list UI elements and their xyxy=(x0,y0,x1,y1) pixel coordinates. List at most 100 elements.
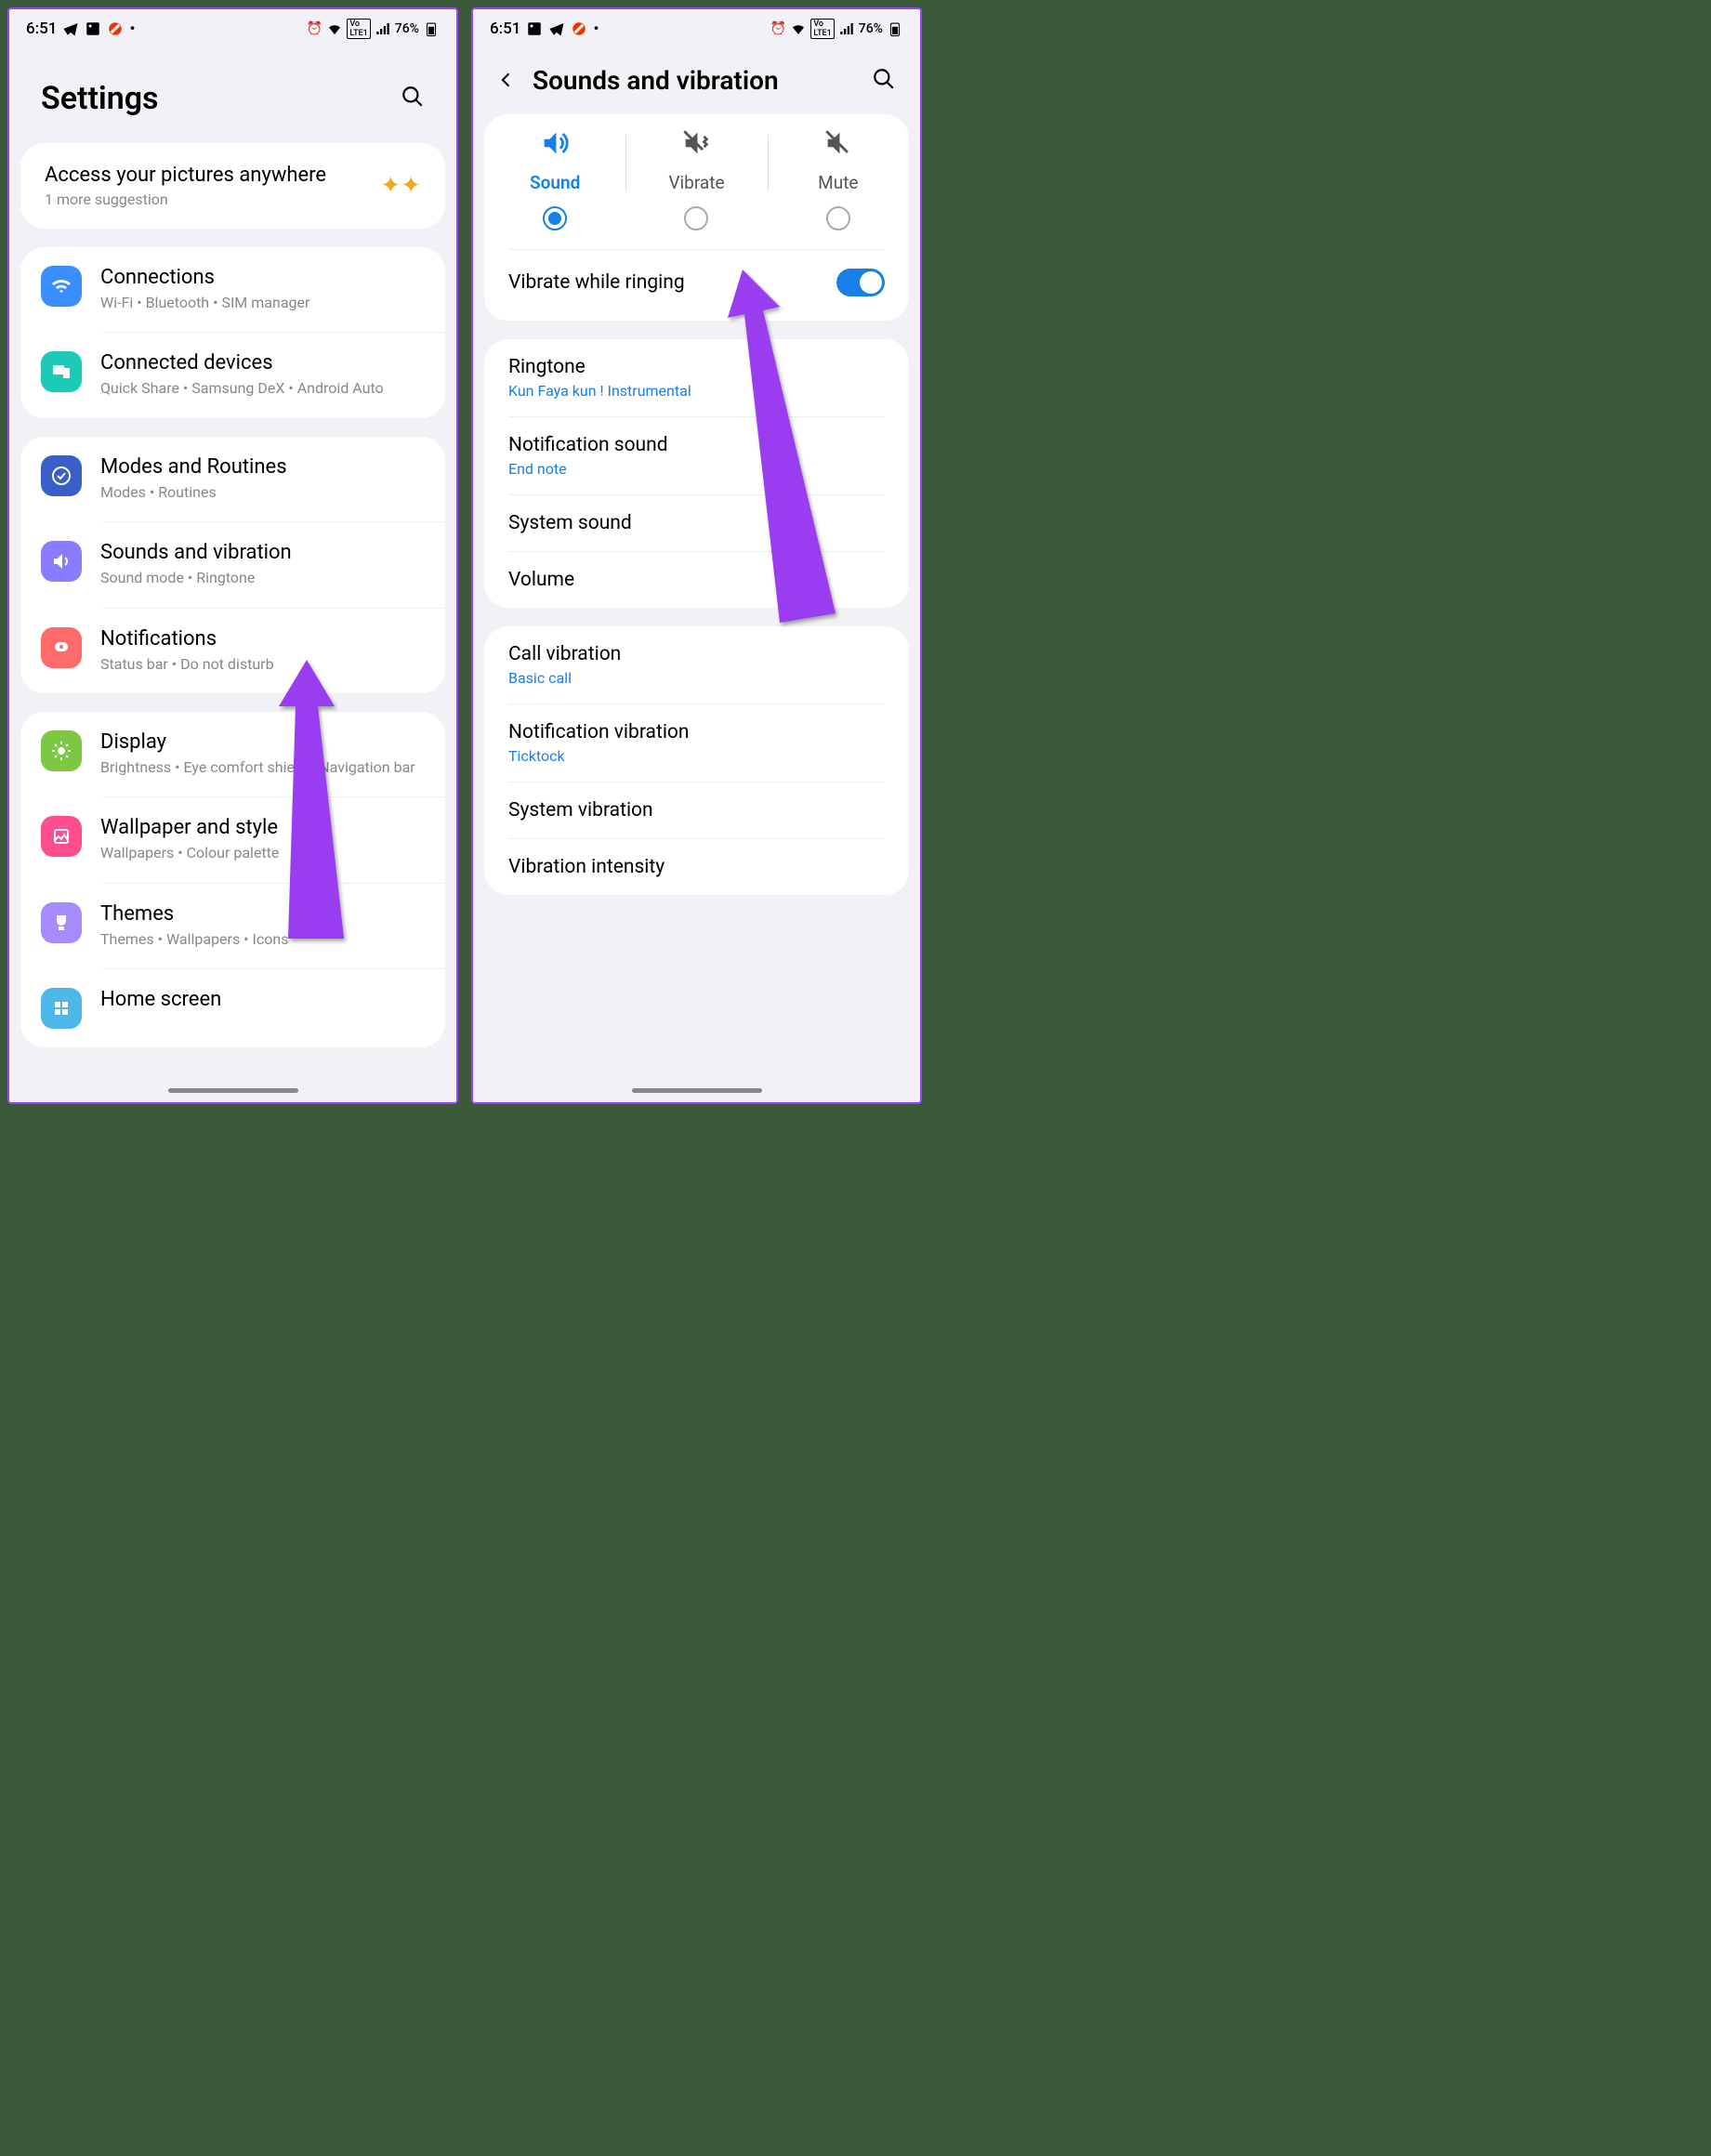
row-title: Connected devices xyxy=(100,351,425,375)
mode-mute[interactable]: Mute xyxy=(768,127,909,230)
alarm-icon: ⏰ xyxy=(770,20,786,37)
telegram-icon xyxy=(548,20,565,37)
item-sub: Ticktock xyxy=(508,747,885,765)
mode-label: Mute xyxy=(818,172,858,193)
sparkle-icon: ✦✦ xyxy=(380,172,421,200)
volte-icon: VoLTE1 xyxy=(347,19,370,39)
mute-icon xyxy=(823,127,854,159)
search-icon xyxy=(872,67,896,91)
settings-group: Display Brightness • Eye comfort shield … xyxy=(20,712,445,1047)
row-vibration-intensity[interactable]: Vibration intensity xyxy=(484,839,909,895)
suggestion-title: Access your pictures anywhere xyxy=(45,164,326,187)
phone-left-settings: 6:51 • ⏰ VoLTE1 76% Settings Access your… xyxy=(7,7,458,1104)
row-call-vibration[interactable]: Call vibration Basic call xyxy=(484,626,909,703)
display-icon xyxy=(41,730,82,771)
row-title: Themes xyxy=(100,902,425,926)
phone-right-sounds: 6:51 • ⏰ VoLTE1 76% Sounds and vibration xyxy=(471,7,922,1104)
row-vibrate-while-ringing[interactable]: Vibrate while ringing xyxy=(484,250,909,321)
nosign-icon xyxy=(107,20,124,37)
themes-icon xyxy=(41,902,82,943)
item-sub: Basic call xyxy=(508,669,885,687)
row-sub: Themes • Wallpapers • Icons xyxy=(100,929,425,950)
battery-percent: 76% xyxy=(395,21,419,36)
image-icon xyxy=(85,20,101,37)
status-bar: 6:51 • ⏰ VoLTE1 76% xyxy=(473,9,920,43)
item-title: Notification sound xyxy=(508,434,885,456)
signal-icon xyxy=(838,20,855,37)
row-sub: Brightness • Eye comfort shield • Naviga… xyxy=(100,757,425,778)
home-icon xyxy=(41,988,82,1029)
row-notifications[interactable]: Notifications Status bar • Do not distur… xyxy=(20,609,445,693)
item-title: Call vibration xyxy=(508,643,885,665)
suggestion-sub: 1 more suggestion xyxy=(45,191,326,208)
row-sub: Wi-Fi • Bluetooth • SIM manager xyxy=(100,293,425,313)
vibrate-icon xyxy=(680,127,712,159)
settings-header: Settings xyxy=(9,43,456,143)
status-time: 6:51 xyxy=(490,20,520,38)
item-sub: End note xyxy=(508,460,885,478)
battery-percent: 76% xyxy=(859,21,883,36)
image-icon xyxy=(526,20,543,37)
toggle-label: Vibrate while ringing xyxy=(508,271,685,294)
item-title: Ringtone xyxy=(508,356,885,378)
radio-sound[interactable] xyxy=(543,206,567,230)
devices-icon xyxy=(41,351,82,392)
speaker-icon xyxy=(539,127,571,159)
row-home-screen[interactable]: Home screen xyxy=(20,969,445,1047)
telegram-icon xyxy=(62,20,79,37)
search-icon xyxy=(401,85,425,109)
suggestion-card[interactable]: Access your pictures anywhere 1 more sug… xyxy=(20,143,445,229)
row-sub: Quick Share • Samsung DeX • Android Auto xyxy=(100,378,425,399)
row-title: Notifications xyxy=(100,627,425,651)
vibration-items-group: Call vibration Basic call Notification v… xyxy=(484,626,909,895)
row-system-vibration[interactable]: System vibration xyxy=(484,782,909,838)
nav-bar[interactable] xyxy=(632,1088,762,1093)
row-wallpaper[interactable]: Wallpaper and style Wallpapers • Colour … xyxy=(20,797,445,882)
status-time: 6:51 xyxy=(26,20,57,38)
sound-items-group: Ringtone Kun Faya kun ! Instrumental Not… xyxy=(484,339,909,608)
row-modes-routines[interactable]: Modes and Routines Modes • Routines xyxy=(20,437,445,521)
row-volume[interactable]: Volume xyxy=(484,552,909,608)
status-dot: • xyxy=(593,20,599,38)
row-title: Modes and Routines xyxy=(100,455,425,479)
item-title: Volume xyxy=(508,569,885,591)
search-button[interactable] xyxy=(401,85,425,112)
settings-group: Modes and Routines Modes • Routines Soun… xyxy=(20,437,445,693)
item-title: Notification vibration xyxy=(508,721,885,743)
back-button[interactable] xyxy=(497,65,516,96)
row-sub: Modes • Routines xyxy=(100,482,425,503)
settings-group: Connections Wi-Fi • Bluetooth • SIM mana… xyxy=(20,247,445,418)
search-button[interactable] xyxy=(872,67,896,95)
notif-icon xyxy=(41,627,82,668)
toggle-switch[interactable] xyxy=(836,269,885,296)
mode-label: Sound xyxy=(530,172,580,193)
row-connections[interactable]: Connections Wi-Fi • Bluetooth • SIM mana… xyxy=(20,247,445,332)
alarm-icon: ⏰ xyxy=(306,20,322,37)
wifi-icon xyxy=(41,266,82,307)
wifi-icon xyxy=(790,20,807,37)
row-title: Sounds and vibration xyxy=(100,541,425,564)
row-title: Home screen xyxy=(100,988,425,1011)
row-ringtone[interactable]: Ringtone Kun Faya kun ! Instrumental xyxy=(484,339,909,416)
radio-mute[interactable] xyxy=(826,206,850,230)
sound-mode-card: Sound Vibrate Mute Vibrate while ringing xyxy=(484,114,909,321)
row-sounds-vibration[interactable]: Sounds and vibration Sound mode • Ringto… xyxy=(20,522,445,607)
row-themes[interactable]: Themes Themes • Wallpapers • Icons xyxy=(20,884,445,968)
nav-bar[interactable] xyxy=(168,1088,298,1093)
item-title: Vibration intensity xyxy=(508,856,885,878)
mode-sound[interactable]: Sound xyxy=(484,127,625,230)
row-connected-devices[interactable]: Connected devices Quick Share • Samsung … xyxy=(20,333,445,417)
signal-icon xyxy=(375,20,391,37)
sounds-header: Sounds and vibration xyxy=(473,43,920,114)
mode-label: Vibrate xyxy=(668,172,724,193)
page-title: Settings xyxy=(41,80,159,117)
radio-vibrate[interactable] xyxy=(684,206,708,230)
row-notification-vibration[interactable]: Notification vibration Ticktock xyxy=(484,704,909,782)
mode-vibrate[interactable]: Vibrate xyxy=(625,127,767,230)
row-display[interactable]: Display Brightness • Eye comfort shield … xyxy=(20,712,445,796)
wifi-icon xyxy=(326,20,343,37)
row-title: Display xyxy=(100,730,425,754)
row-system-sound[interactable]: System sound xyxy=(484,495,909,551)
sound-icon xyxy=(41,541,82,582)
row-notification-sound[interactable]: Notification sound End note xyxy=(484,417,909,494)
